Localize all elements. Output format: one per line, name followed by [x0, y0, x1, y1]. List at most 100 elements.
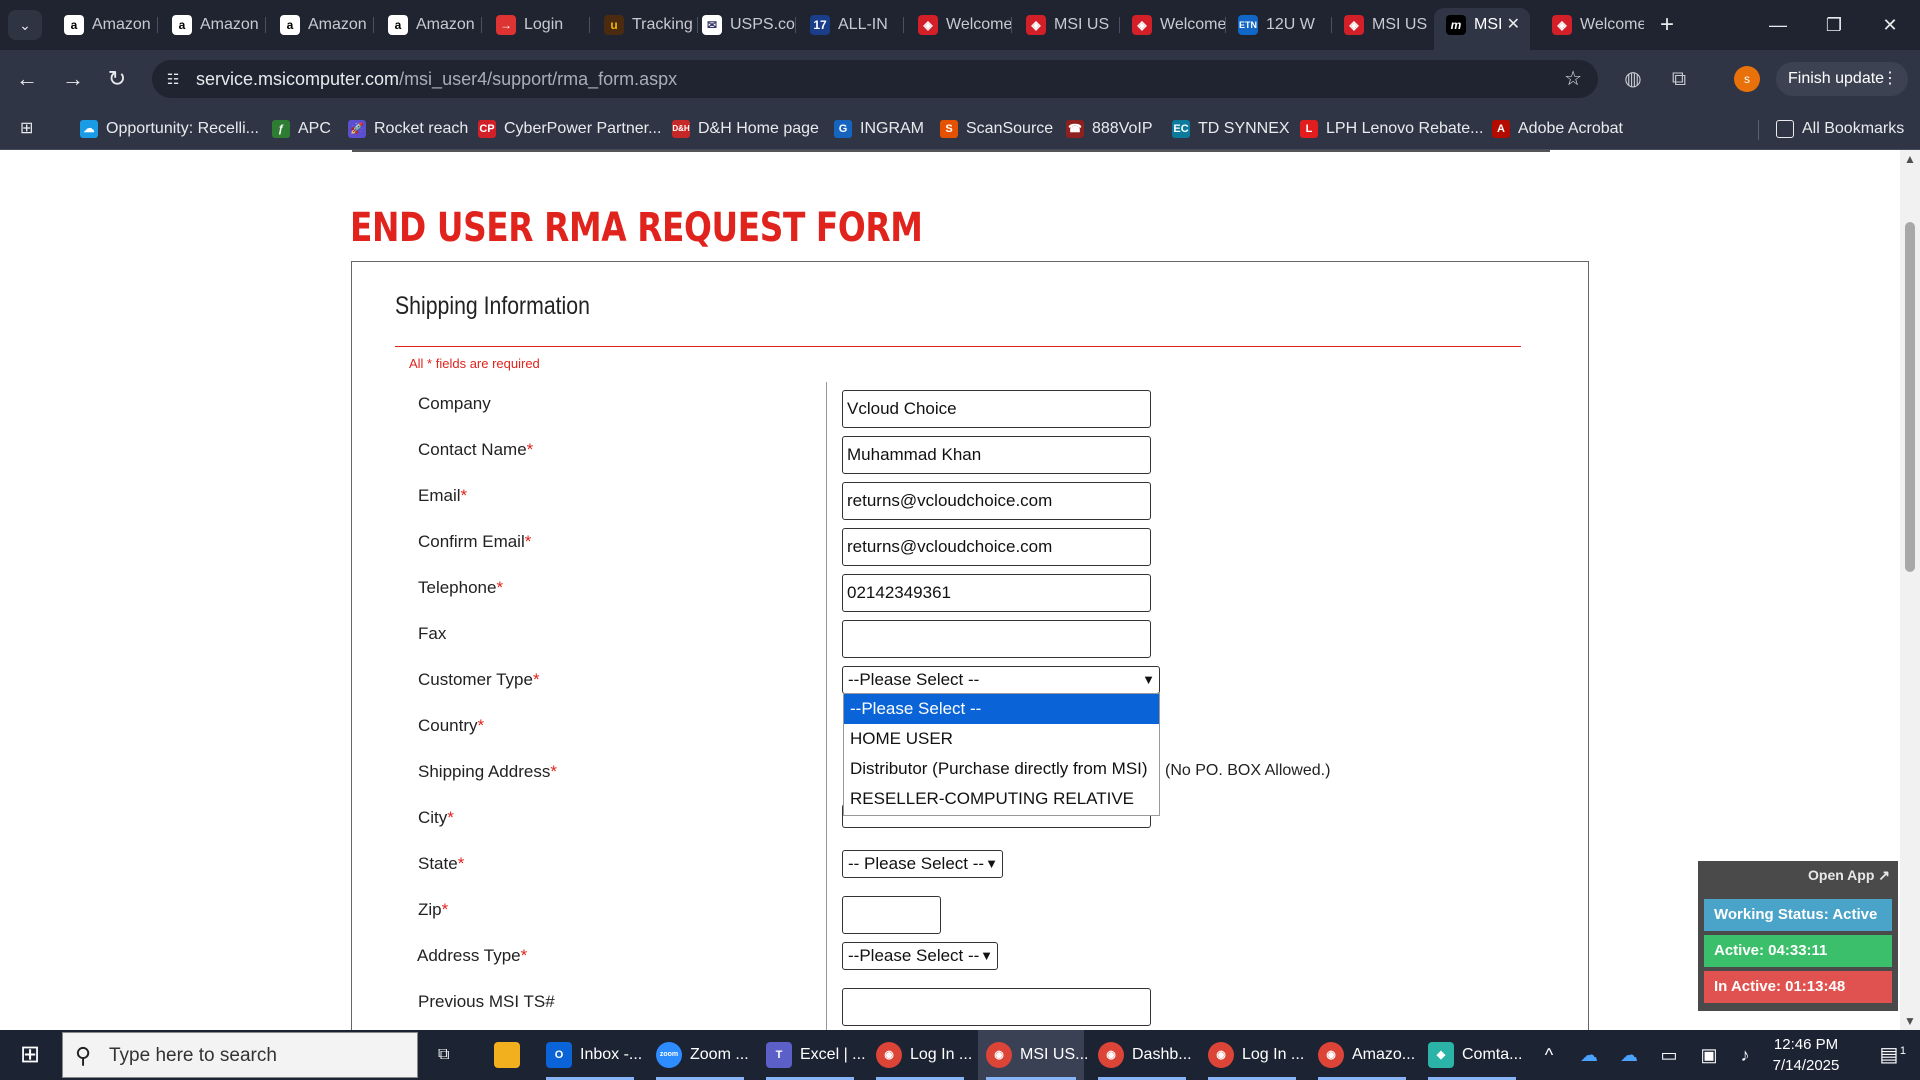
tab-label: Tracking [632, 16, 693, 33]
taskbar-app-label: Log In ... [1242, 1046, 1305, 1063]
browser-tab[interactable]: ◈ Welcome [1540, 8, 1644, 42]
dropdown-option[interactable]: --Please Select -- [844, 694, 1159, 724]
bookmark-star-icon[interactable]: ☆ [1564, 60, 1582, 98]
section-divider [395, 346, 1521, 347]
bookmark-opportunity[interactable]: ☁ Opportunity: Recelli... [80, 108, 259, 150]
tray-overflow-icon[interactable]: ^ [1534, 1030, 1564, 1080]
taskbar-app-comtalk[interactable]: ◆ Comta... [1420, 1030, 1524, 1080]
onedrive-business-icon[interactable]: ☁ [1614, 1030, 1644, 1080]
windows-start-icon[interactable]: ⊞ [0, 1030, 60, 1080]
bookmark-adobe-acrobat[interactable]: A Adobe Acrobat [1492, 108, 1623, 150]
taskbar-app-chrome[interactable]: ◉ Log In ... [1200, 1030, 1304, 1080]
maximize-button[interactable]: ❐ [1806, 0, 1862, 50]
taskbar: ⊞ ⚲ Type here to search ⧉ O Inbox -... zo… [0, 1030, 1920, 1080]
bookmark-label: INGRAM [860, 120, 924, 137]
browser-tab[interactable]: 17 ALL-IN [798, 8, 904, 42]
browser-tab[interactable]: ◈ MSI US [1332, 8, 1438, 42]
browser-tab[interactable]: → Login [484, 8, 590, 42]
browser-tab[interactable]: u Tracking [592, 8, 698, 42]
confirm-email-input[interactable]: returns@vcloudchoice.com [842, 528, 1151, 566]
browser-tab[interactable]: ◈ MSI US [1014, 8, 1120, 42]
address-type-select[interactable]: --Please Select -- ▼ [842, 942, 998, 970]
browser-tab[interactable]: a Amazon [376, 8, 482, 42]
browser-tab[interactable]: ◈ Welcome [1120, 8, 1226, 42]
notifications-icon[interactable]: ▤ 1 [1864, 1030, 1914, 1080]
close-window-button[interactable]: ✕ [1862, 0, 1918, 50]
taskbar-app-zoom[interactable]: zoom Zoom ... [648, 1030, 752, 1080]
label-text: State [418, 854, 458, 873]
profile-avatar[interactable]: s [1734, 66, 1760, 92]
finish-update-button[interactable]: Finish update ⋮ [1776, 62, 1908, 96]
dropdown-option[interactable]: HOME USER [844, 724, 1159, 754]
dropdown-option[interactable]: Distributor (Purchase directly from MSI) [844, 754, 1159, 784]
minimize-button[interactable]: — [1750, 0, 1806, 50]
page-scrollbar[interactable]: ▲ ▼ [1900, 150, 1920, 1030]
browser-tab[interactable]: ◈ Welcome [906, 8, 1012, 42]
taskbar-clock[interactable]: 12:46 PM 7/14/2025 [1758, 1034, 1854, 1076]
company-input[interactable]: Vcloud Choice [842, 390, 1151, 428]
new-tab-button[interactable]: + [1650, 8, 1684, 42]
browser-tab[interactable]: ✉ USPS.com [690, 8, 796, 42]
dropdown-option[interactable]: RESELLER-COMPUTING RELATIVE [844, 784, 1159, 814]
battery-icon[interactable]: ▭ [1654, 1030, 1684, 1080]
taskbar-app-teams[interactable]: T Excel | ... [758, 1030, 866, 1080]
taskbar-app-chrome[interactable]: ◉ Log In ... [868, 1030, 972, 1080]
reload-button[interactable]: ↻ [100, 62, 134, 96]
telephone-input[interactable]: 02142349361 [842, 574, 1151, 612]
bookmark-cyberpower[interactable]: CP CyberPower Partner... [478, 108, 661, 150]
ingram-icon: G [834, 119, 852, 138]
taskbar-app-chrome-active[interactable]: ◉ MSI US... [978, 1030, 1088, 1080]
translate-icon[interactable]: ◍ [1618, 64, 1648, 94]
back-button[interactable]: ← [10, 62, 44, 96]
email-input[interactable]: returns@vcloudchoice.com [842, 482, 1151, 520]
state-select[interactable]: -- Please Select -- ▼ [842, 850, 1003, 878]
file-explorer-icon[interactable] [486, 1030, 530, 1080]
volume-icon[interactable]: ♪ [1730, 1030, 1760, 1080]
apps-grid-icon[interactable]: ⊞ [20, 108, 33, 150]
bookmark-scansource[interactable]: S ScanSource [940, 108, 1053, 150]
customer-type-select[interactable]: --Please Select -- ▼ [842, 666, 1160, 694]
taskbar-search-box[interactable]: ⚲ Type here to search [62, 1032, 418, 1078]
zip-input[interactable] [842, 896, 941, 934]
taskbar-app-chrome[interactable]: ◉ Dashb... [1090, 1030, 1194, 1080]
tab-label: Login [524, 16, 564, 33]
all-bookmarks-button[interactable]: All Bookmarks [1776, 108, 1904, 150]
bookmark-dh[interactable]: D&H D&H Home page [672, 108, 819, 150]
contact-name-input[interactable]: Muhammad Khan [842, 436, 1151, 474]
forward-button[interactable]: → [56, 62, 90, 96]
scroll-thumb[interactable] [1905, 222, 1915, 572]
extensions-icon[interactable]: ⧉ [1664, 64, 1694, 94]
required-asterisk: * [550, 762, 557, 781]
bookmark-888voip[interactable]: ☎ 888VoIP [1066, 108, 1153, 150]
inactive-time-badge: In Active: 01:13:48 [1704, 971, 1892, 1003]
url-text[interactable]: service.msicomputer.com/msi_user4/suppor… [196, 60, 677, 98]
onedrive-icon[interactable]: ☁ [1574, 1030, 1604, 1080]
scroll-up-icon[interactable]: ▲ [1904, 152, 1916, 166]
bookmark-td-synnex[interactable]: EC TD SYNNEX [1172, 108, 1290, 150]
browser-tab[interactable]: a Amazon [268, 8, 374, 42]
taskbar-app-label: MSI US... [1020, 1046, 1089, 1063]
active-time-badge: Active: 04:33:11 [1704, 935, 1892, 967]
browser-tab[interactable]: a Amazon [52, 8, 158, 42]
tab-search-button[interactable]: ⌄ [8, 10, 42, 40]
taskbar-app-outlook[interactable]: O Inbox -... [538, 1030, 642, 1080]
previous-ts-input[interactable] [842, 988, 1151, 1026]
browser-tab[interactable]: a Amazon [160, 8, 266, 42]
bookmark-apc[interactable]: ƒ APC [272, 108, 331, 150]
site-info-icon[interactable]: ☷ [162, 68, 184, 90]
bookmark-ingram[interactable]: G INGRAM [834, 108, 924, 150]
search-placeholder: Type here to search [109, 1045, 277, 1066]
bookmark-lph-lenovo[interactable]: L LPH Lenovo Rebate... [1300, 108, 1483, 150]
open-app-link[interactable]: Open App ↗ [1808, 867, 1890, 884]
taskbar-app-chrome[interactable]: ◉ Amazo... [1310, 1030, 1415, 1080]
browser-tab[interactable]: ETN 12U W [1226, 8, 1332, 42]
fax-input[interactable] [842, 620, 1151, 658]
browser-tab-active[interactable]: m MSI ✕ [1434, 8, 1530, 50]
network-icon[interactable]: ▣ [1694, 1030, 1724, 1080]
address-bar[interactable]: ☷ service.msicomputer.com/msi_user4/supp… [152, 60, 1598, 98]
bookmarks-divider [1758, 120, 1759, 140]
task-view-icon[interactable]: ⧉ [430, 1030, 470, 1080]
close-tab-icon[interactable]: ✕ [1507, 8, 1520, 42]
tab-label: Welcome [1160, 16, 1226, 33]
bookmark-rocket-reach[interactable]: 🚀 Rocket reach [348, 108, 468, 150]
